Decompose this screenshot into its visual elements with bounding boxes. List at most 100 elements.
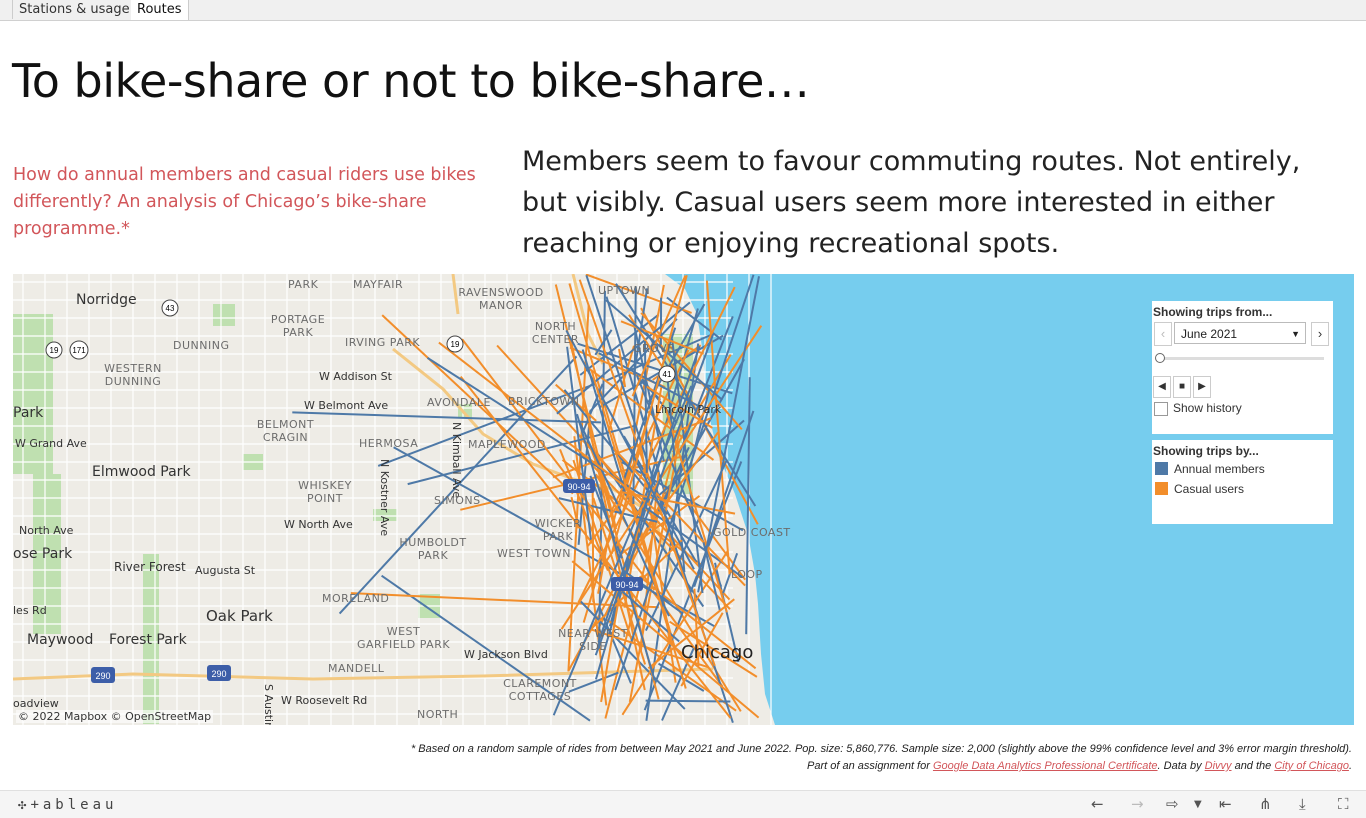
map-label: LOOP	[731, 568, 763, 581]
map-label: HERMOSA	[359, 437, 419, 450]
tab-stations-usage[interactable]: Stations & usage	[12, 0, 137, 19]
map-label: RAVENSWOOD MANOR	[458, 286, 544, 312]
tab-routes[interactable]: Routes	[131, 0, 189, 20]
map-label: Park	[13, 405, 44, 421]
reset-icon[interactable]: ⇤	[1219, 795, 1232, 813]
map-label: Chicago	[681, 642, 754, 663]
show-history-label: Show history	[1173, 401, 1242, 415]
footnote: * Based on a random sample of rides from…	[411, 741, 1352, 775]
map-label: PORTAGE PARK	[270, 313, 326, 339]
footnote-text: Part of an assignment for	[807, 760, 933, 772]
revert-icon[interactable]: ⇨	[1166, 795, 1179, 813]
map-label: NORTH CENTER	[531, 320, 580, 346]
map-label: WEST GARFIELD PARK	[356, 625, 451, 651]
legend-label: Casual users	[1174, 482, 1245, 496]
legend-item-casual[interactable]: Casual users	[1155, 482, 1244, 496]
month-select-value: June 2021	[1181, 327, 1238, 341]
shield-label: 290	[95, 671, 110, 681]
map-label: River Forest	[114, 560, 186, 574]
month-filter-panel: Showing trips from... ‹ June 2021 ▼ › ◀ …	[1152, 301, 1333, 434]
map-label: MAPLEWOOD	[468, 438, 546, 451]
footnote-line1: * Based on a random sample of rides from…	[410, 743, 1352, 755]
legend-swatch	[1155, 482, 1168, 495]
map-label: W Jackson Blvd	[464, 648, 548, 661]
map-label: W North Ave	[284, 518, 353, 531]
footnote-text: and the	[1231, 760, 1275, 772]
link-city-of-chicago[interactable]: City of Chicago	[1274, 760, 1349, 772]
map-label: BRICKTOWN	[508, 395, 580, 408]
download-icon[interactable]: ⤓	[1299, 795, 1306, 813]
map-label: Norridge	[76, 292, 137, 308]
map-label: ose Park	[13, 546, 73, 562]
shield-label: 43	[166, 304, 175, 313]
step-back-icon[interactable]: ◀	[1153, 376, 1171, 398]
map-label: DUNNING	[173, 339, 230, 352]
chevron-left-icon[interactable]: ‹	[1154, 322, 1172, 346]
tableau-logo[interactable]: ✣+ableau	[18, 797, 117, 813]
tableau-toolbar: ✣+ableau ← → ⇨ ▼ ⇤ ⋔ ⤓ ⛶	[0, 790, 1366, 818]
play-icon[interactable]: ▶	[1193, 376, 1211, 398]
chevron-right-icon[interactable]: ›	[1311, 322, 1329, 346]
shield-label: 290	[211, 669, 226, 679]
redo-icon[interactable]: →	[1131, 795, 1144, 813]
tableau-logo-icon: ✣	[18, 797, 31, 813]
map-attribution[interactable]: © 2022 Mapbox © OpenStreetMap	[16, 710, 214, 723]
map-label: NEAR WEST SIDE	[558, 627, 628, 653]
map-label: BELMONT CRAGIN	[256, 418, 315, 444]
dropdown-arrow-icon: ▼	[1291, 329, 1300, 339]
map-label: WEST TOWN	[497, 547, 572, 560]
map-label: W Belmont Ave	[304, 399, 389, 412]
map-label: MANDELL	[328, 662, 385, 675]
stop-icon[interactable]: ■	[1173, 376, 1191, 398]
map-label: GOLD COAST	[713, 526, 791, 539]
link-divvy[interactable]: Divvy	[1205, 760, 1232, 772]
map-label: oadview	[13, 697, 59, 710]
sheet-tab-bar: Stations & usage Routes	[0, 0, 1366, 21]
map-label: N Kimball Ave	[450, 422, 463, 499]
undo-icon[interactable]: ←	[1091, 795, 1104, 813]
map-label: PARK	[288, 278, 319, 291]
share-icon[interactable]: ⋔	[1259, 795, 1272, 813]
map-label: AVONDALE	[427, 396, 491, 409]
shield-label: 90-94	[567, 482, 590, 492]
tableau-logo-text: +ableau	[30, 797, 118, 813]
map-label: Forest Park	[109, 632, 187, 648]
shield-label: 19	[50, 346, 59, 355]
map-label: CLAREMONT COTTAGES	[503, 677, 577, 703]
footnote-text: . Data by	[1157, 760, 1205, 772]
map-label: W Addison St	[319, 370, 392, 383]
map-label: WICKER PARK	[534, 517, 582, 543]
legend-item-members[interactable]: Annual members	[1155, 462, 1265, 476]
revert-dropdown-icon[interactable]: ▼	[1194, 799, 1202, 810]
show-history-checkbox[interactable]	[1154, 402, 1168, 416]
map-label: MORELAND	[322, 592, 390, 605]
legend-panel: Showing trips by... Annual members Casua…	[1152, 440, 1333, 524]
shield-label: 19	[451, 340, 460, 349]
month-select[interactable]: June 2021 ▼	[1174, 322, 1306, 344]
map-label: North Ave	[19, 524, 74, 537]
legend-title: Showing trips by...	[1153, 444, 1259, 458]
shield-label: 90-94	[615, 580, 638, 590]
map-label: WHISKEY POINT	[298, 479, 352, 505]
map-label: Elmwood Park	[92, 464, 191, 480]
subtitle: How do annual members and casual riders …	[13, 165, 476, 239]
footnote-line2: Part of an assignment for Google Data An…	[411, 758, 1352, 775]
shield-label: 171	[72, 346, 86, 355]
slider-handle[interactable]	[1155, 353, 1165, 363]
route-map[interactable]: 43 19 171 19 41 90-94 90-94 290 290 Norr…	[13, 274, 1354, 725]
map-label: N Kostner Ave	[378, 459, 391, 537]
map-label: les Rd	[13, 604, 47, 617]
map-label: W Roosevelt Rd	[281, 694, 368, 707]
legend-swatch	[1155, 462, 1168, 475]
map-label: Maywood	[27, 632, 94, 648]
map-label: Augusta St	[195, 564, 256, 577]
map-label: W Grand Ave	[15, 437, 87, 450]
map-label: GROVE	[633, 342, 675, 355]
map-label: HUMBOLDT PARK	[399, 536, 467, 562]
fullscreen-icon[interactable]: ⛶	[1338, 795, 1349, 813]
map-label: SIMONS	[434, 494, 481, 507]
link-certificate[interactable]: Google Data Analytics Professional Certi…	[933, 760, 1158, 772]
footnote-text: .	[1348, 760, 1352, 772]
month-slider[interactable]	[1155, 353, 1324, 363]
insight-text: Members seem to favour commuting routes.…	[522, 146, 1301, 259]
